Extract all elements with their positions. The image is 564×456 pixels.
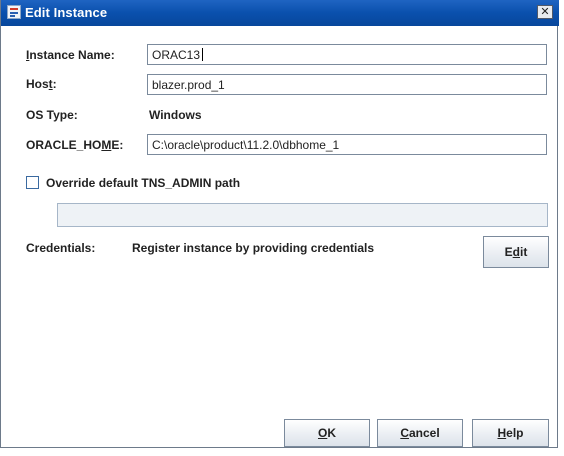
dialog-title: Edit Instance [25,5,108,20]
tns-admin-path-input [57,203,548,227]
cancel-button[interactable]: Cancel [377,419,463,447]
host-input[interactable] [147,74,547,95]
text-caret [202,48,203,61]
title-bar[interactable]: Edit Instance ✕ [1,0,559,26]
instance-name-input[interactable] [147,44,547,65]
window-icon [7,5,21,19]
oracle-home-label: ORACLE_HOME: [26,138,124,152]
credentials-label: Credentials: [26,241,96,255]
override-tns-admin-checkbox[interactable] [26,176,39,189]
override-tns-admin-label[interactable]: Override default TNS_ADMIN path [46,176,240,190]
credentials-value: Register instance by providing credentia… [132,241,375,255]
edit-credentials-button[interactable]: Edit [483,236,549,268]
host-label: Host: [26,77,57,91]
os-type-value: Windows [149,108,202,122]
instance-name-label: Instance Name: [26,48,115,62]
help-button[interactable]: Help [472,419,549,447]
edit-instance-dialog: Edit Instance ✕ Instance Name: Host: OS … [0,0,559,448]
oracle-home-input[interactable] [147,134,547,155]
ok-button[interactable]: OK [284,419,370,447]
os-type-label: OS Type: [26,108,78,122]
close-icon[interactable]: ✕ [537,5,553,19]
